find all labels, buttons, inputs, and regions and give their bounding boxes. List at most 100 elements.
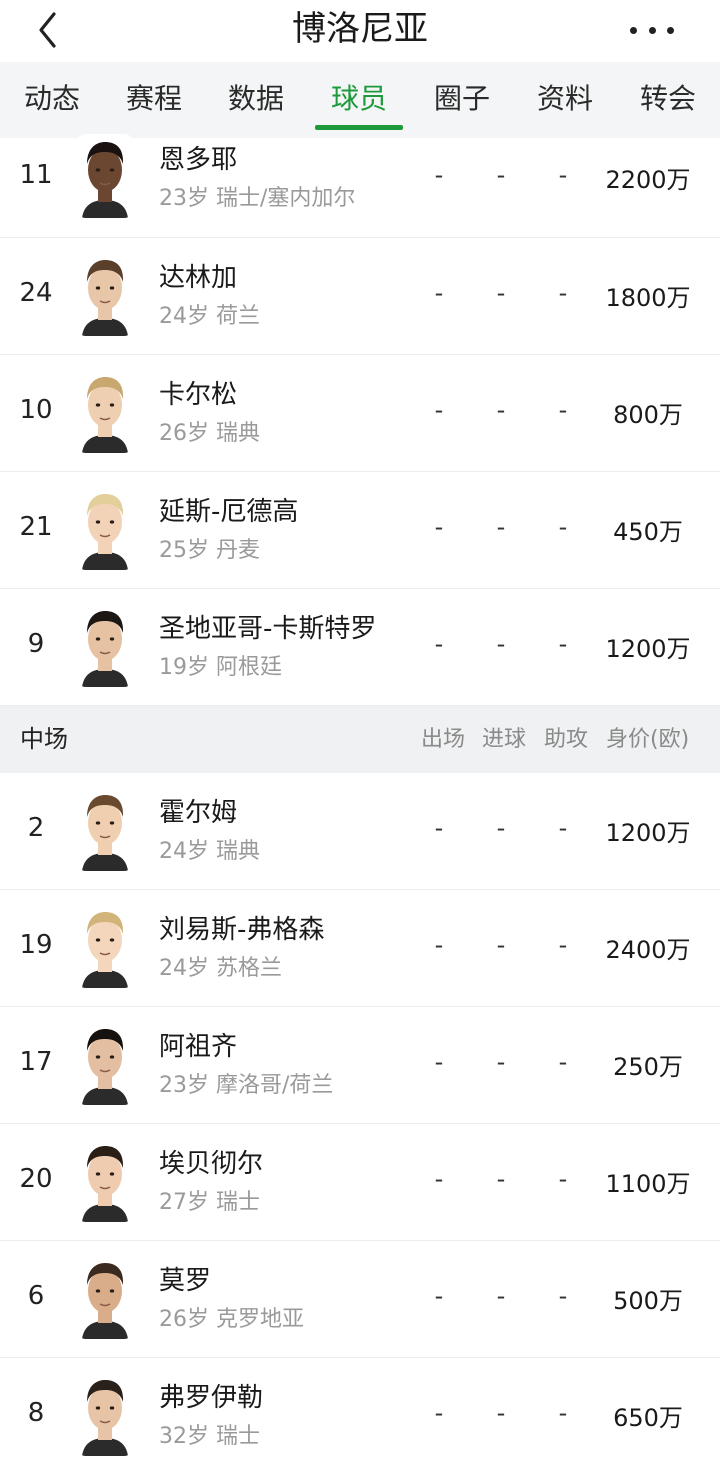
stat-assists: - [558,396,568,424]
player-row[interactable]: 20 埃贝彻尔 27岁 瑞士 - - - 1100万 [0,1124,720,1241]
tab-schedule[interactable]: 赛程 [120,62,188,138]
player-name: 卡尔松 [159,380,238,410]
market-value: 450万 [613,518,683,546]
market-value: 2400万 [605,936,691,964]
stat-assists: - [558,814,568,842]
player-avatar[interactable] [76,1255,134,1339]
player-row[interactable]: 9 圣地亚哥-卡斯特罗 19岁 阿根廷 - - - 1200万 [0,589,720,706]
midfield-section-header: 中场 出场 进球 助攻 身价(欧) [0,706,720,773]
stat-apps: - [434,814,444,842]
player-age-nationality: 26岁 克罗地亚 [159,1307,304,1332]
tab-stats[interactable]: 数据 [222,62,290,138]
stat-assists: - [558,931,568,959]
shirt-number: 10 [19,395,53,425]
stat-assists: - [558,1282,568,1310]
player-row[interactable]: 8 弗罗伊勒 32岁 瑞士 - - - 650万 [0,1358,720,1469]
chevron-left-icon [39,12,56,48]
player-age-nationality: 19岁 阿根廷 [159,655,282,680]
stat-goals: - [496,814,506,842]
stat-assists: - [558,1048,568,1076]
stat-apps: - [434,161,444,189]
player-avatar[interactable] [76,1138,134,1222]
top-bar: 博洛尼亚 [0,0,720,62]
player-avatar[interactable] [76,1021,134,1105]
back-button[interactable] [30,10,70,50]
stat-goals: - [496,931,506,959]
section-title: 中场 [20,725,68,753]
market-value: 800万 [613,401,683,429]
shirt-number: 2 [27,813,45,843]
player-age-nationality: 32岁 瑞士 [159,1424,260,1449]
market-value: 1200万 [605,635,691,663]
player-row[interactable]: 21 延斯-厄德高 25岁 丹麦 - - - 450万 [0,472,720,589]
page-title: 博洛尼亚 [292,9,428,49]
player-avatar[interactable] [76,134,134,218]
shirt-number: 21 [19,512,53,542]
tab-dynamics[interactable]: 动态 [18,62,86,138]
shirt-number: 17 [19,1047,53,1077]
stat-goals: - [496,1399,506,1427]
market-value: 1100万 [605,1170,691,1198]
player-avatar[interactable] [76,486,134,570]
stat-apps: - [434,1048,444,1076]
shirt-number: 6 [27,1281,45,1311]
market-value: 500万 [613,1287,683,1315]
stat-goals: - [496,1165,506,1193]
player-avatar[interactable] [76,603,134,687]
player-list: 11 恩多耶 23岁 瑞士/塞内加尔 - - - 2200万 24 达林加 24岁 荷兰 - - - 18… [0,134,720,1469]
shirt-number: 20 [19,1164,53,1194]
more-button[interactable] [630,18,674,42]
stat-goals: - [496,161,506,189]
player-avatar[interactable] [76,252,134,336]
stat-assists: - [558,630,568,658]
tab-transfers[interactable]: 转会 [634,62,702,138]
shirt-number: 8 [27,1398,45,1428]
player-row[interactable]: 11 恩多耶 23岁 瑞士/塞内加尔 - - - 2200万 [0,134,720,238]
stat-assists: - [558,1399,568,1427]
stat-assists: - [558,161,568,189]
player-avatar[interactable] [76,369,134,453]
player-age-nationality: 23岁 摩洛哥/荷兰 [159,1073,334,1098]
stat-apps: - [434,1399,444,1427]
player-row[interactable]: 19 刘易斯-弗格森 24岁 苏格兰 - - - 2400万 [0,890,720,1007]
player-name: 埃贝彻尔 [159,1149,264,1179]
stat-apps: - [434,513,444,541]
tab-circle[interactable]: 圈子 [428,62,496,138]
more-dots-icon [630,26,637,34]
player-age-nationality: 25岁 丹麦 [159,538,260,563]
stat-goals: - [496,513,506,541]
col-header-apps: 出场 [421,727,466,752]
active-tab-indicator [315,125,403,130]
forwards-group: 11 恩多耶 23岁 瑞士/塞内加尔 - - - 2200万 24 达林加 24岁 荷兰 - - - 18… [0,134,720,706]
shirt-number: 9 [27,629,45,659]
player-name: 霍尔姆 [159,798,238,828]
stat-apps: - [434,630,444,658]
player-name: 恩多耶 [159,145,238,175]
player-avatar[interactable] [76,1372,134,1456]
stat-goals: - [496,396,506,424]
player-age-nationality: 24岁 荷兰 [159,304,260,329]
player-row[interactable]: 2 霍尔姆 24岁 瑞典 - - - 1200万 [0,773,720,890]
market-value: 1200万 [605,819,691,847]
player-age-nationality: 24岁 苏格兰 [159,956,282,981]
col-header-goals: 进球 [482,727,527,752]
player-avatar[interactable] [76,904,134,988]
tab-profile[interactable]: 资料 [531,62,599,138]
stat-apps: - [434,396,444,424]
player-age-nationality: 24岁 瑞典 [159,839,260,864]
player-name: 莫罗 [159,1266,212,1296]
market-value: 650万 [613,1404,683,1432]
player-name: 圣地亚哥-卡斯特罗 [159,614,377,644]
market-value: 250万 [613,1053,683,1081]
player-row[interactable]: 24 达林加 24岁 荷兰 - - - 1800万 [0,238,720,355]
player-age-nationality: 23岁 瑞士/塞内加尔 [159,186,356,211]
market-value: 1800万 [605,284,691,312]
stat-goals: - [496,279,506,307]
player-row[interactable]: 17 阿祖齐 23岁 摩洛哥/荷兰 - - - 250万 [0,1007,720,1124]
player-age-nationality: 26岁 瑞典 [159,421,260,446]
player-name: 阿祖齐 [159,1032,238,1062]
player-avatar[interactable] [76,787,134,871]
player-name: 刘易斯-弗格森 [159,915,325,945]
player-row[interactable]: 6 莫罗 26岁 克罗地亚 - - - 500万 [0,1241,720,1358]
player-row[interactable]: 10 卡尔松 26岁 瑞典 - - - 800万 [0,355,720,472]
